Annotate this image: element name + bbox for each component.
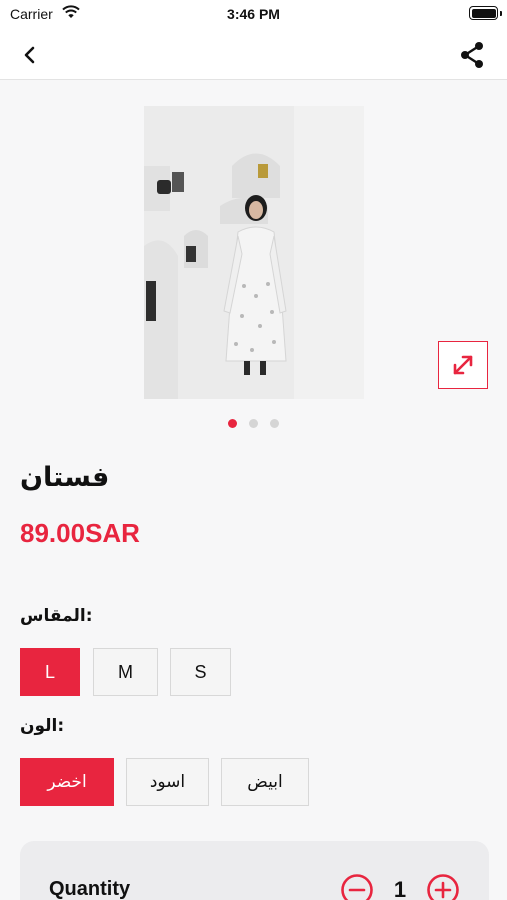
color-option-green[interactable]: اخضر [20,758,114,806]
page-dot-3[interactable] [270,419,279,428]
battery-cap [500,11,502,16]
expand-arrows-icon [453,355,473,375]
navigation-bar [0,30,507,80]
minus-circle-icon [341,874,373,900]
status-bar: Carrier 3:46 PM [0,0,507,30]
share-icon [461,42,483,68]
color-option-black[interactable]: اسود [126,758,209,806]
expand-image-button[interactable] [438,341,488,389]
quantity-card: Quantity 1 [20,841,489,900]
battery-icon [469,6,498,20]
chevron-left-icon [24,46,35,64]
page-dot-1[interactable] [228,419,237,428]
status-time: 3:46 PM [227,6,280,22]
product-image[interactable] [144,106,364,399]
page-dot-2[interactable] [249,419,258,428]
product-title: فستان [20,462,110,493]
size-option-m[interactable]: M [93,648,158,696]
product-photo [144,106,364,399]
plus-circle-icon [427,874,459,900]
decrease-quantity-button[interactable] [340,873,374,900]
size-option-l[interactable]: L [20,648,80,696]
image-page-indicator [0,419,507,428]
product-price: 89.00SAR [20,518,140,548]
color-label: الون: [20,716,65,736]
quantity-label: Quantity [49,878,131,900]
size-label: المقاس: [20,606,93,626]
quantity-value: 1 [393,877,407,900]
increase-quantity-button[interactable] [426,873,460,900]
color-option-white[interactable]: ابيض [221,758,309,806]
size-option-s[interactable]: S [170,648,231,696]
share-button[interactable] [457,40,487,70]
back-button[interactable] [16,41,44,69]
